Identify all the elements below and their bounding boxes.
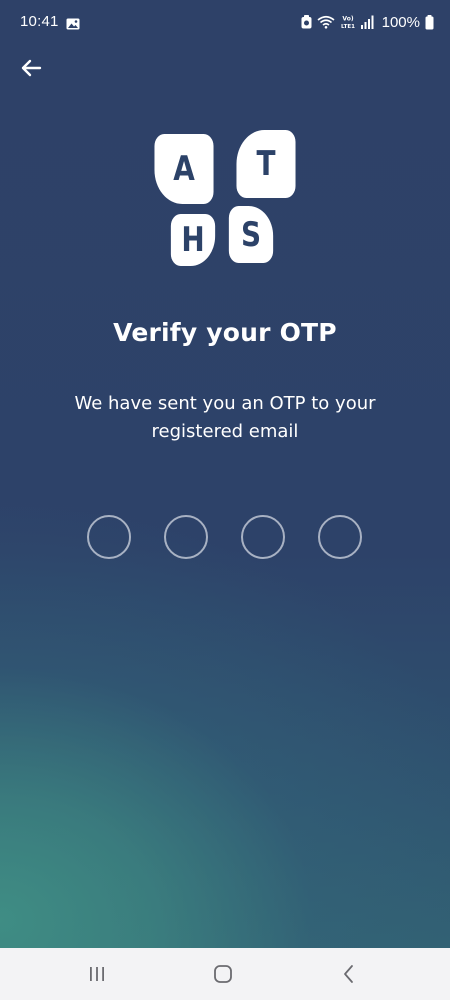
page-title: Verify your OTP [113, 318, 337, 347]
svg-text:Vo): Vo) [342, 16, 353, 23]
home-button[interactable] [208, 962, 238, 986]
otp-input-group [87, 515, 363, 559]
status-time: 10:41 [20, 13, 59, 30]
arrow-left-icon [21, 59, 42, 77]
logo-tile-s: S [228, 206, 274, 263]
data-saver-icon [301, 15, 312, 29]
volte-icon: Vo) LTE1 [340, 14, 356, 31]
status-bar: 10:41 Vo) LTE1 100% [0, 0, 450, 44]
gallery-notification-icon [66, 15, 80, 30]
otp-digit-2[interactable] [164, 515, 208, 559]
home-icon [214, 965, 232, 983]
network-label: LTE1 [341, 24, 355, 30]
wifi-icon [317, 15, 335, 29]
status-right-group: Vo) LTE1 100% [301, 12, 434, 32]
recents-button[interactable] [82, 962, 112, 986]
logo-tile-a: A [154, 134, 214, 204]
otp-verification-screen: 10:41 Vo) LTE1 100% A T H S Verify your … [0, 0, 450, 1000]
logo-tile-h: H [170, 214, 216, 266]
aths-logo: A T H S [148, 130, 302, 266]
battery-icon [425, 14, 434, 30]
logo-tile-t: T [236, 130, 296, 198]
otp-digit-4[interactable] [318, 515, 362, 559]
otp-digit-1[interactable] [87, 515, 131, 559]
otp-instructions: We have sent you an OTP to your register… [74, 393, 376, 442]
recents-icon [90, 967, 104, 981]
otp-digit-3[interactable] [241, 515, 285, 559]
system-navigation-bar [0, 948, 450, 1000]
signal-icon [360, 15, 375, 29]
back-icon [344, 965, 353, 983]
system-back-button[interactable] [334, 962, 364, 986]
back-button[interactable] [16, 54, 46, 82]
battery-percent: 100% [381, 13, 420, 31]
